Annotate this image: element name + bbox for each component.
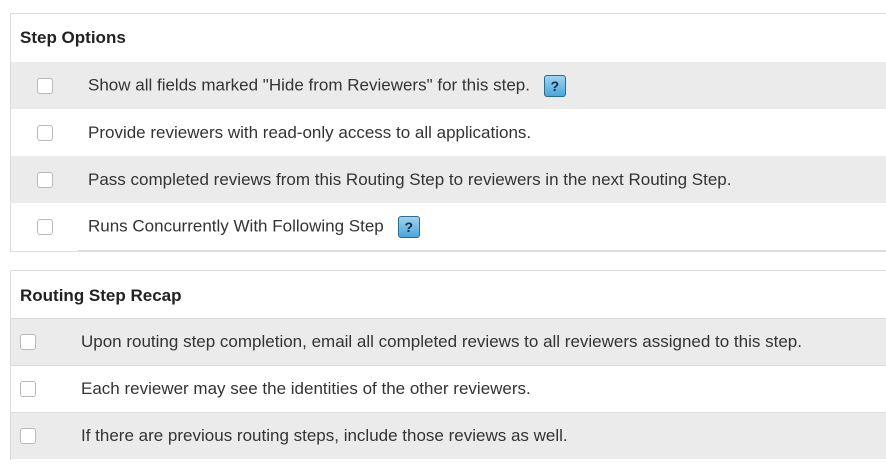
- step-option-text: Runs Concurrently With Following Step: [88, 215, 384, 235]
- step-option-row-read-only: Provide reviewers with read-only access …: [11, 109, 886, 156]
- recap-row-email-reviews: Upon routing step completion, email all …: [11, 318, 886, 365]
- step-options-panel: Step Options Show all fields marked "Hid…: [10, 13, 886, 252]
- recap-row-previous-steps: If there are previous routing steps, inc…: [11, 412, 886, 459]
- step-option-label: Pass completed reviews from this Routing…: [88, 169, 732, 189]
- step-option-row-concurrent: Runs Concurrently With Following Step?: [11, 203, 886, 251]
- step-option-label: Show all fields marked "Hide from Review…: [88, 74, 566, 97]
- pass-completed-reviews-checkbox[interactable]: [37, 171, 53, 188]
- recap-option-label: Each reviewer may see the identities of …: [81, 379, 531, 398]
- step-options-title: Step Options: [20, 28, 126, 47]
- reviewer-identities-checkbox[interactable]: [20, 381, 36, 397]
- include-previous-reviews-checkbox[interactable]: [20, 428, 36, 444]
- read-only-access-checkbox[interactable]: [37, 124, 53, 141]
- step-option-text: Show all fields marked "Hide from Review…: [88, 74, 530, 94]
- routing-step-recap-title: Routing Step Recap: [20, 286, 182, 305]
- step-option-row-hide-fields: Show all fields marked "Hide from Review…: [11, 62, 886, 109]
- runs-concurrently-checkbox[interactable]: [37, 218, 53, 235]
- step-option-label: Provide reviewers with read-only access …: [88, 122, 532, 142]
- email-completed-reviews-checkbox[interactable]: [20, 334, 36, 350]
- recap-option-label: Upon routing step completion, email all …: [81, 332, 802, 351]
- help-icon[interactable]: ?: [543, 74, 566, 97]
- help-icon[interactable]: ?: [397, 215, 420, 238]
- recap-row-reviewer-identities: Each reviewer may see the identities of …: [11, 365, 886, 412]
- row-divider: [78, 250, 886, 251]
- recap-option-label: If there are previous routing steps, inc…: [81, 426, 568, 445]
- step-option-row-pass-reviews: Pass completed reviews from this Routing…: [11, 156, 886, 203]
- routing-step-recap-panel: Routing Step Recap Upon routing step com…: [10, 270, 886, 460]
- step-option-label: Runs Concurrently With Following Step?: [88, 215, 420, 238]
- show-hidden-fields-checkbox[interactable]: [37, 77, 53, 94]
